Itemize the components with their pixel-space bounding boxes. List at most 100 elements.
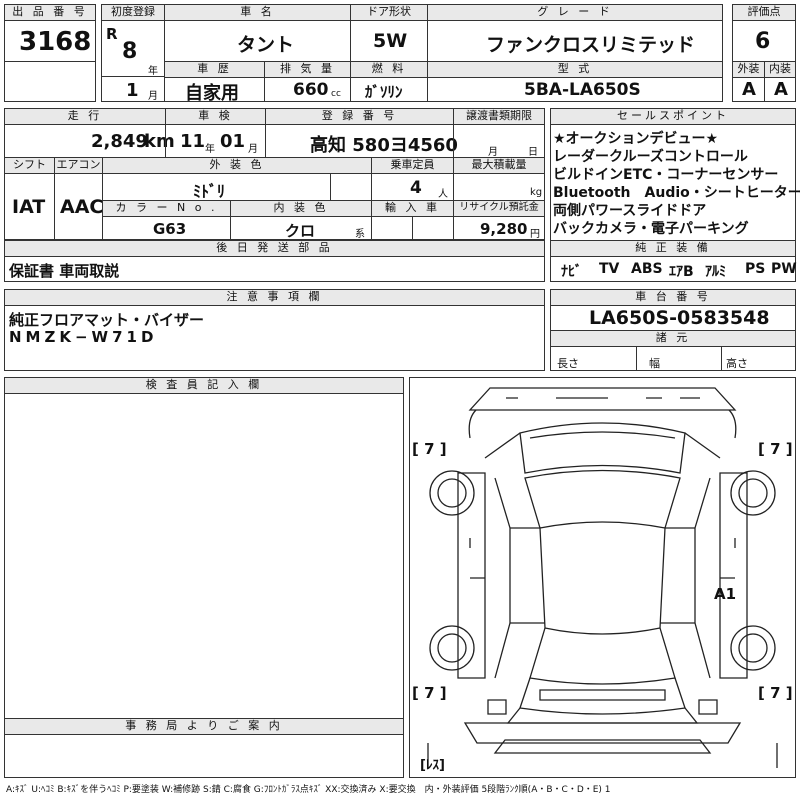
height-label: 高さ [726, 357, 748, 370]
lot-blank [4, 61, 96, 102]
sales-point: Bluetooth Audio・シートヒーター [553, 185, 800, 201]
fuel-cell: ｶﾞｿﾘﾝ [350, 77, 428, 102]
office-notes-area[interactable] [4, 734, 404, 778]
lot-number-cell: 3168 [4, 20, 96, 62]
shift-cell: IAT [4, 173, 55, 240]
later-parts-label: 後 日 発 送 部 品 [4, 240, 545, 257]
max-load-label: 最大積載量 [453, 157, 545, 174]
interior-color-suffix: 系 [355, 229, 365, 240]
legend-text: A:ｷｽﾞ U:ﾍｺﾐ B:ｷｽﾞを伴うﾍｺﾐ P:要塗装 W:補修跡 S:錆 … [6, 785, 611, 795]
fuel-label: 燃 料 [350, 61, 428, 78]
inspector-notes-area[interactable] [4, 393, 404, 719]
equipment-item: TV [599, 261, 620, 277]
sales-points-label: セールスポイント [550, 108, 796, 125]
import-label: 輸 入 車 [371, 200, 454, 217]
chassis-cell: LA650S-0583548 [550, 305, 796, 331]
interior-color: クロ [285, 222, 316, 240]
registration-number: 高知 580ヨ4560 [310, 135, 458, 156]
car-diagram-outline [427, 387, 778, 768]
exterior-color-cell: ﾐﾄﾞﾘ [102, 173, 331, 201]
inspection-month: 01 [220, 131, 246, 152]
aircon-label: エアコン [54, 157, 103, 174]
office-label: 事 務 局 よ り ご 案 内 [4, 718, 404, 735]
grade-cell: ファンクロスリミテッド [427, 20, 723, 62]
notes-cell: 純正フロアマット・バイザー NMZK−W71D [4, 305, 545, 371]
recycle-cell: 9,280 円 [453, 216, 545, 240]
ext-label: 外装 [732, 61, 765, 78]
damage-mark-front-left: [ 7 ] [412, 440, 447, 458]
color-no-cell: G63 [102, 216, 231, 240]
ext-rating-cell: A [732, 77, 765, 102]
aircon: AAC [60, 196, 104, 218]
year-unit: 年 [148, 66, 158, 77]
car-name-cell: タント [164, 20, 351, 62]
first-reg-cell: R 8 年 [101, 20, 165, 77]
month-unit: 月 [148, 91, 158, 102]
exterior-color: ﾐﾄﾞﾘ [193, 182, 226, 201]
notes-label: 注 意 事 項 欄 [4, 289, 545, 306]
transfer-deadline-label: 譲渡書類期限 [453, 108, 545, 125]
max-load-cell: kg [453, 173, 545, 201]
interior-color-cell: クロ 系 [230, 216, 372, 240]
door-cell: 5W [350, 20, 428, 62]
first-reg-month-cell: 1 月 [101, 76, 165, 102]
sales-point: レーダークルーズコントロール [553, 149, 748, 165]
rating-label: 評価点 [732, 4, 796, 21]
damage-mark-rear-left: [ 7 ] [412, 684, 447, 702]
shift-label: シフト [4, 157, 55, 174]
chassis-number: LA650S-0583548 [589, 307, 770, 329]
door-label: ドア形状 [350, 4, 428, 21]
color-no-label: カ ラ ー N o . [102, 200, 231, 217]
int-rating-cell: A [764, 77, 796, 102]
grade-label: グ レ ー ド [427, 4, 723, 21]
lower-mark: [ﾚｽ] [420, 758, 445, 773]
shift: IAT [12, 196, 46, 218]
inspection-year-unit: 年 [205, 144, 215, 155]
int-label: 内装 [764, 61, 796, 78]
displacement-cell: 660 cc [264, 77, 351, 102]
door-type: 5W [373, 30, 408, 52]
history-label: 車 歴 [164, 61, 265, 78]
displacement-label: 排 気 量 [264, 61, 351, 78]
recycle-label: リサイクル預託金 [453, 200, 545, 217]
transfer-deadline-cell: 月 日 [453, 124, 545, 158]
car-diagram: [ 7 ] [ 7 ] [ 7 ] [ 7 ] A1 [ﾚｽ] [409, 377, 796, 778]
exterior-color-extra [330, 173, 372, 201]
displacement-unit: cc [331, 89, 341, 99]
inspection-label: 車 検 [165, 108, 266, 125]
transfer-day-unit: 日 [528, 147, 538, 158]
length-label: 長さ [557, 357, 579, 370]
rating-cell: 6 [732, 20, 796, 62]
model-code-label: 型 式 [427, 61, 723, 78]
capacity-cell: 4 人 [371, 173, 454, 201]
capacity-label: 乗車定員 [371, 157, 454, 174]
equipment-item: ｴｱB [669, 264, 694, 280]
model-code: 5BA-LA650S [524, 80, 641, 100]
sales-point: 両側パワースライドドア [553, 203, 707, 219]
first-reg-label: 初度登録 [101, 4, 165, 21]
rating-score: 6 [755, 29, 771, 54]
damage-code: A1 [714, 585, 737, 603]
sales-point: ★オークションデビュー★ [553, 131, 719, 147]
mileage-label: 走 行 [4, 108, 166, 125]
equipment-item: ABS [631, 261, 663, 277]
equipment-label: 純 正 装 備 [550, 240, 796, 257]
recycle-fee: 9,280 [480, 220, 528, 238]
grade: ファンクロスリミテッド [486, 34, 696, 56]
damage-mark-rear-right: [ 7 ] [758, 684, 793, 702]
sales-point: バックカメラ・電子パーキング [553, 221, 749, 237]
registration-label: 登 録 番 号 [265, 108, 454, 125]
width-cell: 幅 [636, 346, 722, 371]
capacity-unit: 人 [438, 189, 448, 200]
later-parts-cell: 保証書 車両取説 [4, 256, 545, 282]
equipment-item: ｱﾙﾐ [705, 264, 726, 280]
inspector-label: 検 査 員 記 入 欄 [4, 377, 404, 394]
import-cell-a [371, 216, 413, 240]
mileage-cell: 2,849 km [4, 124, 175, 158]
inspection-month-unit: 月 [248, 144, 258, 155]
notes-line: 純正フロアマット・バイザー [9, 311, 205, 329]
first-reg-month: 1 [126, 80, 139, 101]
car-name-label: 車 名 [164, 4, 351, 21]
sales-points-list: ★オークションデビュー★ レーダークルーズコントロール ビルドインETC・コーナ… [550, 124, 800, 241]
height-cell: 高さ [721, 346, 796, 371]
